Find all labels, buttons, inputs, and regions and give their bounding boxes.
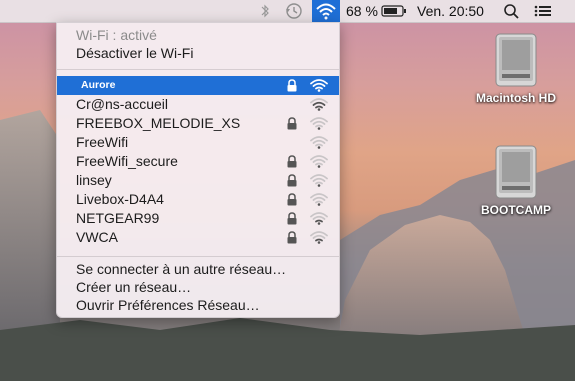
wifi-status: Wi-Fi : activé: [57, 26, 339, 45]
wifi-signal-icon: [310, 117, 328, 130]
network-name: FreeWifi: [76, 134, 129, 150]
wifi-menu-button[interactable]: [312, 0, 340, 22]
network-item[interactable]: FreeWifi: [57, 133, 339, 152]
network-item[interactable]: VWCA: [57, 228, 339, 247]
lock-icon: [287, 174, 297, 187]
wifi-dropdown-menu: Wi-Fi : activé Désactiver le Wi-Fi Auror…: [56, 22, 340, 318]
wifi-icon: [316, 3, 336, 20]
lock-icon: [287, 193, 297, 206]
drive-label: Macintosh HD: [475, 91, 556, 105]
network-name: FREEBOX_MELODIE_XS: [76, 115, 241, 131]
network-name: Aurore: [81, 79, 116, 91]
wifi-status-label: Wi-Fi : activé: [76, 27, 157, 43]
wifi-signal-icon: [310, 155, 328, 168]
network-name: VWCA: [76, 229, 118, 245]
wifi-signal-icon: [310, 174, 328, 187]
battery-icon[interactable]: [381, 0, 407, 22]
network-item[interactable]: Aurore: [57, 76, 339, 95]
wifi-signal-icon: [310, 98, 328, 111]
notification-list-icon[interactable]: [532, 0, 554, 22]
network-item[interactable]: NETGEAR99: [57, 209, 339, 228]
network-item[interactable]: FreeWifi_secure: [57, 152, 339, 171]
network-name: linsey: [76, 172, 112, 188]
menu-separator: [57, 69, 339, 70]
bluetooth-icon[interactable]: [257, 0, 273, 22]
connect-other-network-item[interactable]: Se connecter à un autre réseau…: [57, 260, 339, 279]
wifi-signal-icon: [310, 231, 328, 244]
wifi-signal-icon: [310, 79, 328, 92]
menu-bar: 68 % Ven. 20:50: [0, 0, 575, 23]
lock-icon: [287, 155, 297, 168]
lock-icon: [287, 212, 297, 225]
connect-other-network-label: Se connecter à un autre réseau…: [76, 261, 287, 277]
network-name: FreeWifi_secure: [76, 153, 178, 169]
menu-separator: [57, 256, 339, 257]
open-network-prefs-item[interactable]: Ouvrir Préférences Réseau…: [57, 296, 339, 315]
network-item[interactable]: Cr@ns-accueil: [57, 95, 339, 114]
wifi-signal-icon: [310, 193, 328, 206]
hard-drive-icon: [494, 144, 538, 200]
lock-icon: [287, 117, 297, 130]
battery-percent[interactable]: 68 %: [346, 0, 378, 22]
menubar-clock[interactable]: Ven. 20:50: [417, 0, 484, 22]
lock-icon: [287, 79, 297, 92]
network-item[interactable]: Livebox-D4A4: [57, 190, 339, 209]
wifi-signal-icon: [310, 212, 328, 225]
lock-icon: [287, 231, 297, 244]
toggle-wifi-label: Désactiver le Wi-Fi: [76, 45, 194, 61]
drive-bootcamp[interactable]: BOOTCAMP: [466, 144, 566, 217]
network-name: Livebox-D4A4: [76, 191, 164, 207]
toggle-wifi-item[interactable]: Désactiver le Wi-Fi: [57, 44, 339, 63]
drive-macintosh-hd[interactable]: Macintosh HD: [466, 32, 566, 105]
network-item[interactable]: linsey: [57, 171, 339, 190]
wifi-signal-icon: [310, 136, 328, 149]
network-name: NETGEAR99: [76, 210, 160, 226]
time-machine-icon[interactable]: [283, 0, 305, 22]
create-network-label: Créer un réseau…: [76, 279, 192, 295]
create-network-item[interactable]: Créer un réseau…: [57, 278, 339, 297]
network-item[interactable]: FREEBOX_MELODIE_XS: [57, 114, 339, 133]
hard-drive-icon: [494, 32, 538, 88]
open-network-prefs-label: Ouvrir Préférences Réseau…: [76, 297, 260, 313]
drive-label: BOOTCAMP: [481, 203, 551, 217]
network-name: Cr@ns-accueil: [76, 96, 169, 112]
search-icon[interactable]: [503, 0, 521, 22]
